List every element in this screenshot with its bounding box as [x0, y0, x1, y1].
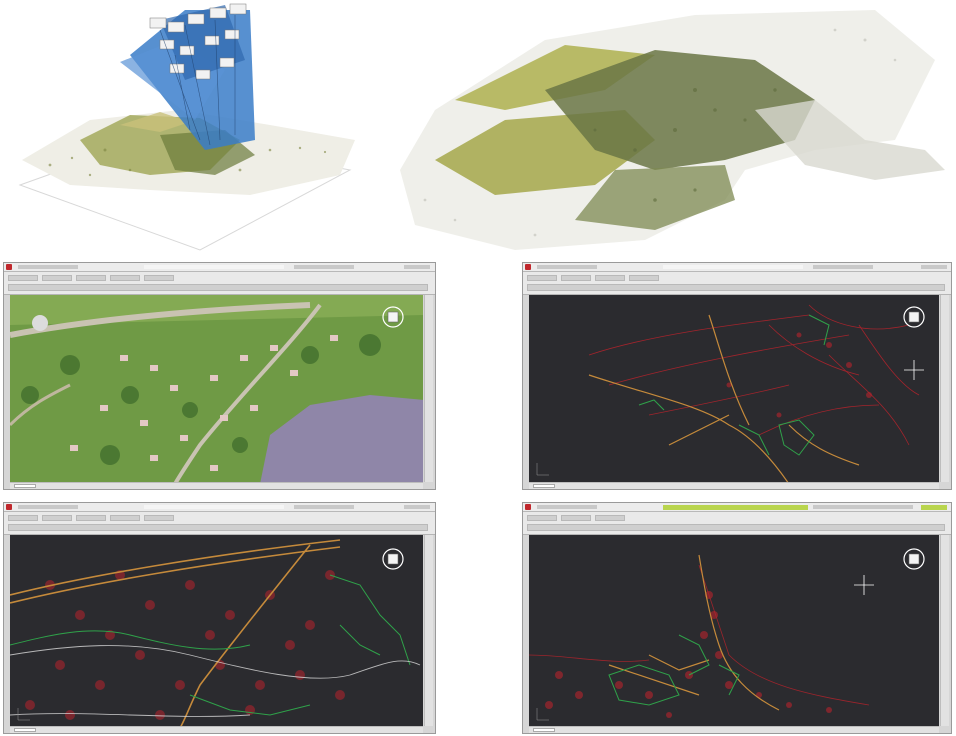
quick-access-toolbar[interactable]	[18, 265, 78, 269]
titlebar	[4, 503, 435, 512]
horizontal-scrollbar[interactable]	[529, 726, 939, 733]
vector-map-drawing	[529, 535, 939, 726]
ribbon-tab[interactable]	[110, 275, 140, 281]
search-box[interactable]	[813, 505, 913, 509]
ribbon-tab[interactable]	[595, 515, 625, 521]
ribbon-tab[interactable]	[76, 515, 106, 521]
drawing-viewport[interactable]	[10, 295, 423, 482]
quick-access-toolbar[interactable]	[537, 505, 597, 509]
drawing-viewport[interactable]	[529, 295, 939, 482]
search-box[interactable]	[294, 265, 354, 269]
model-tab[interactable]	[14, 484, 36, 488]
model-tab[interactable]	[533, 728, 555, 732]
model-tab[interactable]	[14, 728, 36, 732]
ribbon-panel[interactable]	[8, 524, 428, 531]
ribbon	[4, 272, 435, 295]
vertical-scrollbar[interactable]	[424, 535, 433, 726]
window-controls[interactable]	[404, 505, 430, 509]
app-icon[interactable]	[525, 504, 531, 510]
dense-point-cloud-graphic	[400, 10, 945, 250]
vertical-scrollbar[interactable]	[940, 535, 949, 726]
ribbon-tab[interactable]	[527, 275, 557, 281]
ribbon-tab[interactable]	[561, 515, 591, 521]
titlebar	[523, 263, 951, 272]
ribbon-tab[interactable]	[527, 515, 557, 521]
point-cloud-camera-panel	[10, 0, 370, 255]
horizontal-scrollbar[interactable]	[10, 482, 423, 489]
quick-access-toolbar[interactable]	[537, 265, 597, 269]
app-icon[interactable]	[6, 264, 12, 270]
ribbon	[523, 512, 951, 535]
ribbon-tab[interactable]	[42, 275, 72, 281]
ribbon-panel[interactable]	[8, 284, 428, 291]
cad-window-vector-3[interactable]	[522, 502, 952, 734]
search-box[interactable]	[294, 505, 354, 509]
ribbon-tab[interactable]	[144, 275, 174, 281]
horizontal-scrollbar[interactable]	[529, 482, 939, 489]
title-field	[144, 505, 284, 509]
vertical-scrollbar[interactable]	[940, 295, 949, 482]
ribbon-tab[interactable]	[595, 275, 625, 281]
ribbon-tab[interactable]	[42, 515, 72, 521]
ribbon-panel[interactable]	[527, 284, 945, 291]
cad-window-orthophoto[interactable]	[3, 262, 436, 490]
ribbon	[523, 272, 951, 295]
titlebar	[4, 263, 435, 272]
vector-map-drawing	[10, 535, 423, 726]
dense-point-cloud-panel	[395, 0, 950, 255]
horizontal-scrollbar[interactable]	[10, 726, 423, 733]
ribbon-tab[interactable]	[8, 275, 38, 281]
quick-access-toolbar[interactable]	[18, 505, 78, 509]
title-field	[144, 265, 284, 269]
cad-window-vector-1[interactable]	[522, 262, 952, 490]
ribbon-tab[interactable]	[629, 275, 659, 281]
ribbon-panel[interactable]	[527, 524, 945, 531]
orthophoto-image	[10, 295, 423, 482]
title-field	[663, 265, 803, 269]
app-icon[interactable]	[525, 264, 531, 270]
ribbon-tab[interactable]	[144, 515, 174, 521]
point-cloud-camera-graphic	[18, 3, 355, 251]
window-controls[interactable]	[921, 505, 947, 510]
drawing-viewport[interactable]	[10, 535, 423, 726]
ribbon-tab[interactable]	[110, 515, 140, 521]
model-tab[interactable]	[533, 484, 555, 488]
search-box[interactable]	[813, 265, 873, 269]
ribbon-tab[interactable]	[8, 515, 38, 521]
window-controls[interactable]	[404, 265, 430, 269]
vector-map-drawing	[529, 295, 939, 482]
window-controls[interactable]	[921, 265, 947, 269]
cad-window-vector-2[interactable]	[3, 502, 436, 734]
titlebar	[523, 503, 951, 512]
vertical-scrollbar[interactable]	[424, 295, 433, 482]
app-icon[interactable]	[6, 504, 12, 510]
ribbon	[4, 512, 435, 535]
ribbon-tab[interactable]	[76, 275, 106, 281]
drawing-viewport[interactable]	[529, 535, 939, 726]
ribbon-tab[interactable]	[561, 275, 591, 281]
title-field	[663, 505, 808, 510]
